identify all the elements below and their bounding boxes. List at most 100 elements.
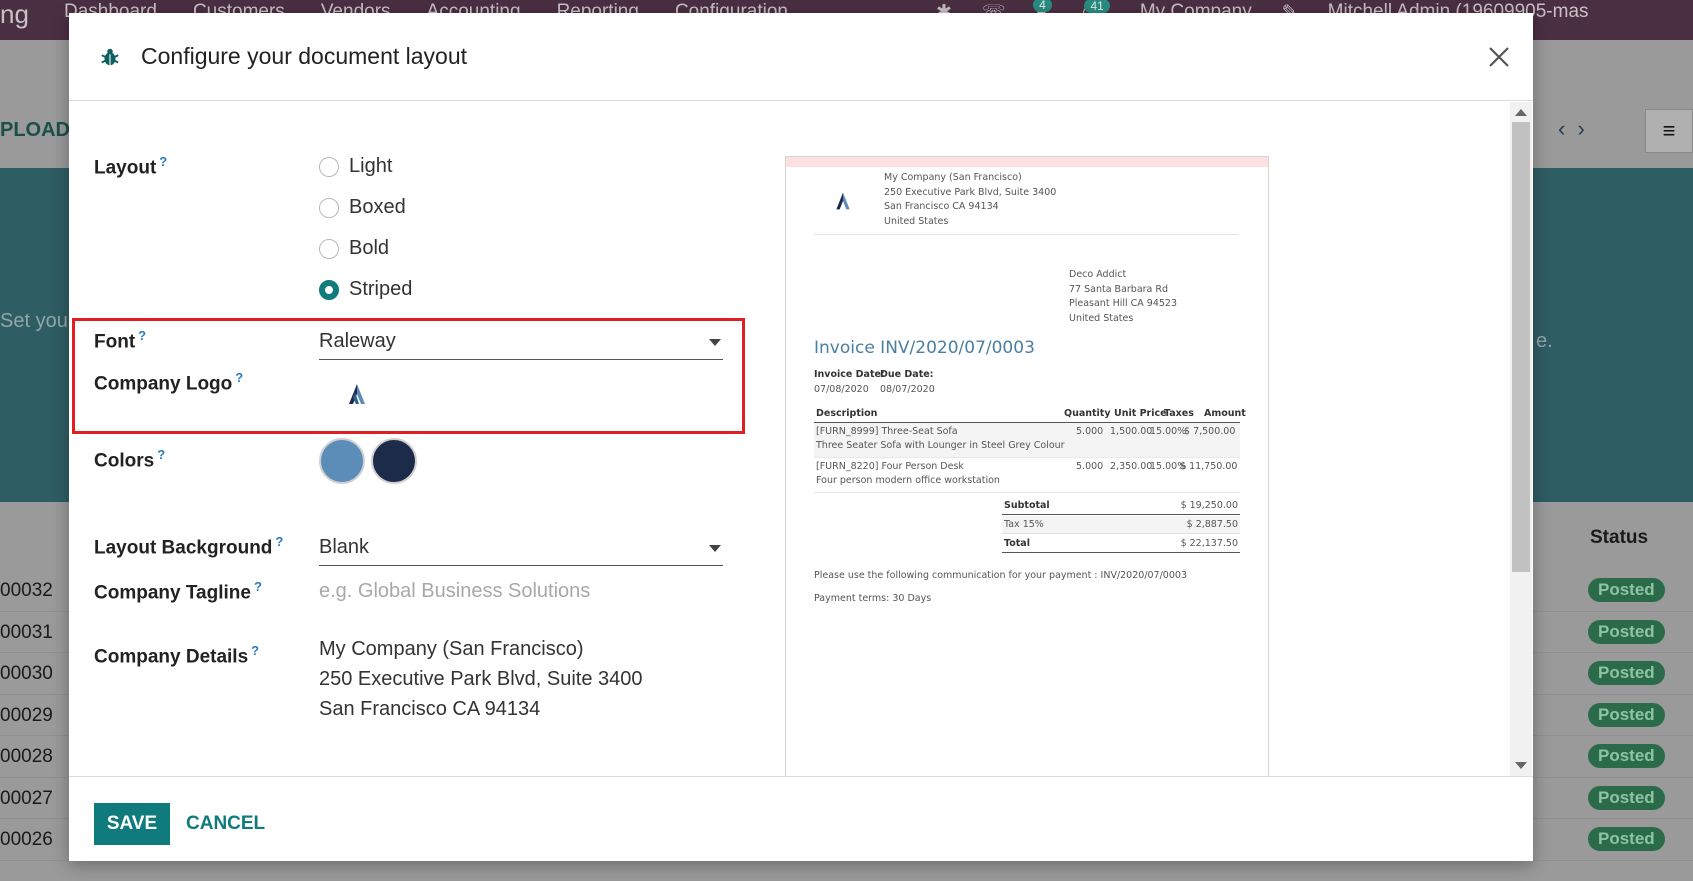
th-quantity: Quantity <box>1064 408 1111 419</box>
row-number: 00031 <box>0 621 53 643</box>
radio-striped[interactable] <box>319 279 339 300</box>
preview-lines-table: Description Quantity Unit Price Taxes Am… <box>814 405 1246 493</box>
line-sub-description: Four person modern office workstation <box>816 475 1000 486</box>
radio-bold[interactable] <box>319 238 339 259</box>
layout-option-boxed[interactable]: Boxed <box>319 196 406 219</box>
upload-button[interactable]: PLOAD <box>0 119 70 142</box>
preview-customer-address: Deco Addict 77 Santa Barbara Rd Pleasant… <box>1069 268 1177 326</box>
tax-label: Tax 15% <box>1004 519 1044 530</box>
preview-invoice-date-label: Invoice Date: <box>814 369 885 380</box>
company-tagline-input[interactable]: e.g. Global Business Solutions <box>319 580 590 603</box>
app-brand[interactable]: ng <box>0 0 29 34</box>
preview-company-address: My Company (San Francisco) 250 Executive… <box>884 171 1056 229</box>
status-badge: Posted <box>1588 578 1665 602</box>
layout-background-label: Layout Background? <box>94 534 283 559</box>
status-badge: Posted <box>1588 661 1665 685</box>
company-details-editor[interactable]: My Company (San Francisco) 250 Executive… <box>319 634 643 724</box>
layout-option-striped[interactable]: Striped <box>319 278 412 301</box>
layout-background-select[interactable]: Blank <box>319 530 723 566</box>
preview-payment-terms: Payment terms: 30 Days <box>814 593 932 604</box>
company-details-label: Company Details? <box>94 643 259 668</box>
close-icon[interactable] <box>1483 41 1515 73</box>
scroll-up-icon[interactable] <box>1515 109 1527 116</box>
preview-header-stripe <box>786 157 1268 167</box>
line-quantity: 5.000 <box>1076 461 1104 472</box>
tax-value: $ 2,887.50 <box>1186 519 1238 530</box>
address-line: 77 Santa Barbara Rd <box>1069 283 1169 295</box>
company-details-line: San Francisco CA 94134 <box>319 698 541 720</box>
radio-boxed-label: Boxed <box>349 196 406 218</box>
dialog-title: Configure your document layout <box>141 43 468 69</box>
help-icon[interactable]: ? <box>275 534 283 549</box>
th-unit-price: Unit Price <box>1114 408 1167 419</box>
subtotal-row: Subtotal $ 19,250.00 <box>1002 497 1240 515</box>
total-label: Total <box>1004 538 1030 549</box>
tax-row: Tax 15% $ 2,887.50 <box>1002 516 1240 534</box>
th-taxes: Taxes <box>1164 408 1194 419</box>
address-line: San Francisco CA 94134 <box>884 201 999 212</box>
layout-label-text: Layout <box>94 157 157 179</box>
address-line: United States <box>1069 312 1134 324</box>
row-number: 00029 <box>0 704 53 726</box>
line-description: [FURN_8220] Four Person Desk <box>816 461 964 472</box>
company-details-line: My Company (San Francisco) <box>319 638 584 660</box>
list-view-icon[interactable]: ≡ <box>1645 109 1693 153</box>
help-icon[interactable]: ? <box>251 643 259 658</box>
line-taxes: 15.00% <box>1150 426 1187 437</box>
layout-label: Layout? <box>94 154 167 179</box>
total-row: Total $ 22,137.50 <box>1002 535 1240 553</box>
radio-light[interactable] <box>319 156 339 177</box>
primary-color-picker[interactable] <box>319 438 365 484</box>
help-icon[interactable]: ? <box>235 370 243 385</box>
status-badge: Posted <box>1588 744 1665 768</box>
subtotal-label: Subtotal <box>1004 500 1050 511</box>
layout-option-bold[interactable]: Bold <box>319 237 389 260</box>
preview-line-row: [FURN_8220] Four Person Desk Four person… <box>814 458 1240 493</box>
dialog-body: Layout? Light Boxed Bold Striped Font? R… <box>69 102 1533 776</box>
preview-payment-communication: Please use the following communication f… <box>814 570 1187 581</box>
status-column-header[interactable]: Status <box>1590 527 1648 549</box>
cancel-button[interactable]: CANCEL <box>186 803 265 845</box>
radio-light-label: Light <box>349 155 393 177</box>
dialog-scrollbar[interactable] <box>1510 102 1532 776</box>
line-sub-description: Three Seater Sofa with Lounger in Steel … <box>816 440 1065 451</box>
font-select[interactable]: Raleway <box>319 324 723 360</box>
status-badge: Posted <box>1588 702 1665 727</box>
chevron-down-icon <box>709 339 721 346</box>
chevron-down-icon <box>709 545 721 552</box>
line-amount: $ 7,500.00 <box>1184 426 1236 437</box>
help-icon[interactable]: ? <box>157 447 165 462</box>
help-icon[interactable]: ? <box>138 328 146 343</box>
layout-option-light[interactable]: Light <box>319 155 392 178</box>
company-details-line: 250 Executive Park Blvd, Suite 3400 <box>319 668 643 690</box>
help-icon[interactable]: ? <box>254 579 262 594</box>
preview-invoice-title: Invoice INV/2020/07/0003 <box>814 338 1035 358</box>
messages-badge: 4 <box>1033 0 1052 12</box>
layout-background-label-text: Layout Background <box>94 537 273 559</box>
preview-table-header: Description Quantity Unit Price Taxes Am… <box>814 405 1246 423</box>
scrollbar-thumb[interactable] <box>1512 122 1530 572</box>
dialog-header: Configure your document layout <box>69 13 1533 101</box>
save-button[interactable]: SAVE <box>94 803 170 845</box>
address-line: 250 Executive Park Blvd, Suite 3400 <box>884 186 1057 198</box>
company-logo-image[interactable] <box>345 382 369 406</box>
help-icon[interactable]: ? <box>159 154 167 169</box>
banner-text-left: Set your <box>0 310 75 332</box>
secondary-color-picker[interactable] <box>371 438 417 484</box>
total-value: $ 22,137.50 <box>1180 538 1238 549</box>
pager-arrows[interactable]: ‹ › <box>1558 116 1585 142</box>
company-tagline-label: Company Tagline? <box>94 579 262 604</box>
preview-line-row: [FURN_8999] Three-Seat Sofa Three Seater… <box>814 423 1240 458</box>
address-line: Deco Addict <box>1069 269 1127 280</box>
scroll-down-icon[interactable] <box>1515 762 1527 769</box>
line-unit-price: 2,350.00 <box>1110 461 1153 472</box>
colors-label-text: Colors <box>94 450 155 472</box>
company-logo-label: Company Logo? <box>94 370 243 395</box>
subtotal-value: $ 19,250.00 <box>1180 500 1238 511</box>
company-logo-label-text: Company Logo <box>94 373 233 395</box>
font-label-text: Font <box>94 331 136 353</box>
row-number: 00026 <box>0 829 53 850</box>
document-preview: My Company (San Francisco) 250 Executive… <box>785 156 1269 776</box>
address-line: My Company (San Francisco) <box>884 172 1022 183</box>
radio-boxed[interactable] <box>319 197 339 218</box>
